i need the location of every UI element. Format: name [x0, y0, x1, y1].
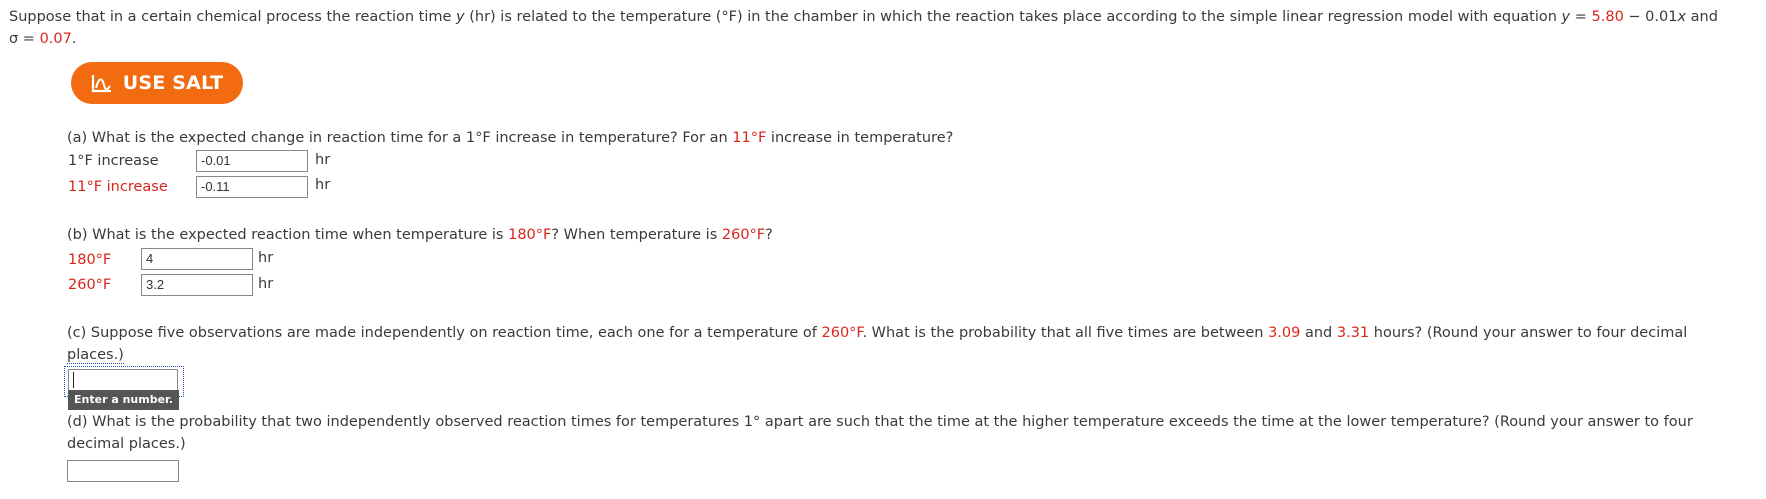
part-c-probability-input[interactable] — [68, 369, 178, 391]
text-cursor — [73, 372, 74, 388]
part-d-probability-input[interactable] — [67, 460, 179, 482]
part-a-row2-unit: hr — [315, 177, 331, 193]
problem-line-2: σ = 0.07. — [9, 31, 77, 47]
input-tooltip: Enter a number. — [68, 390, 180, 410]
problem-statement: Suppose that in a certain chemical proce… — [9, 6, 1718, 50]
part-a-row1-unit: hr — [315, 152, 331, 168]
part-a-11f-input[interactable]: -0.11 — [196, 176, 308, 198]
part-a-row1-label: 1°F increase — [68, 153, 159, 169]
part-b-180f-input[interactable]: 4 — [141, 248, 253, 270]
intercept-value: 5.80 — [1591, 9, 1624, 25]
part-b-260f-input[interactable]: 3.2 — [141, 274, 253, 296]
salt-chart-icon — [91, 75, 111, 93]
part-a-question: (a) What is the expected change in react… — [67, 130, 954, 146]
part-b-row1-label: 180°F — [68, 252, 112, 268]
part-a-row2-label: 11°F increase — [68, 179, 168, 195]
part-b-row2-unit: hr — [258, 276, 274, 292]
part-b-row1-unit: hr — [258, 250, 274, 266]
use-salt-label: USE SALT — [122, 72, 224, 94]
part-b-row2-label: 260°F — [68, 277, 112, 293]
part-a-1f-input[interactable]: -0.01 — [196, 150, 308, 172]
part-c-question: (c) Suppose five observations are made i… — [67, 325, 1688, 364]
part-b-question: (b) What is the expected reaction time w… — [67, 227, 773, 243]
use-salt-button[interactable]: USE SALT — [71, 62, 243, 104]
problem-line-1: Suppose that in a certain chemical proce… — [9, 9, 1718, 25]
sigma-value: 0.07 — [39, 31, 72, 47]
part-d-question: (d) What is the probability that two ind… — [67, 414, 1693, 452]
